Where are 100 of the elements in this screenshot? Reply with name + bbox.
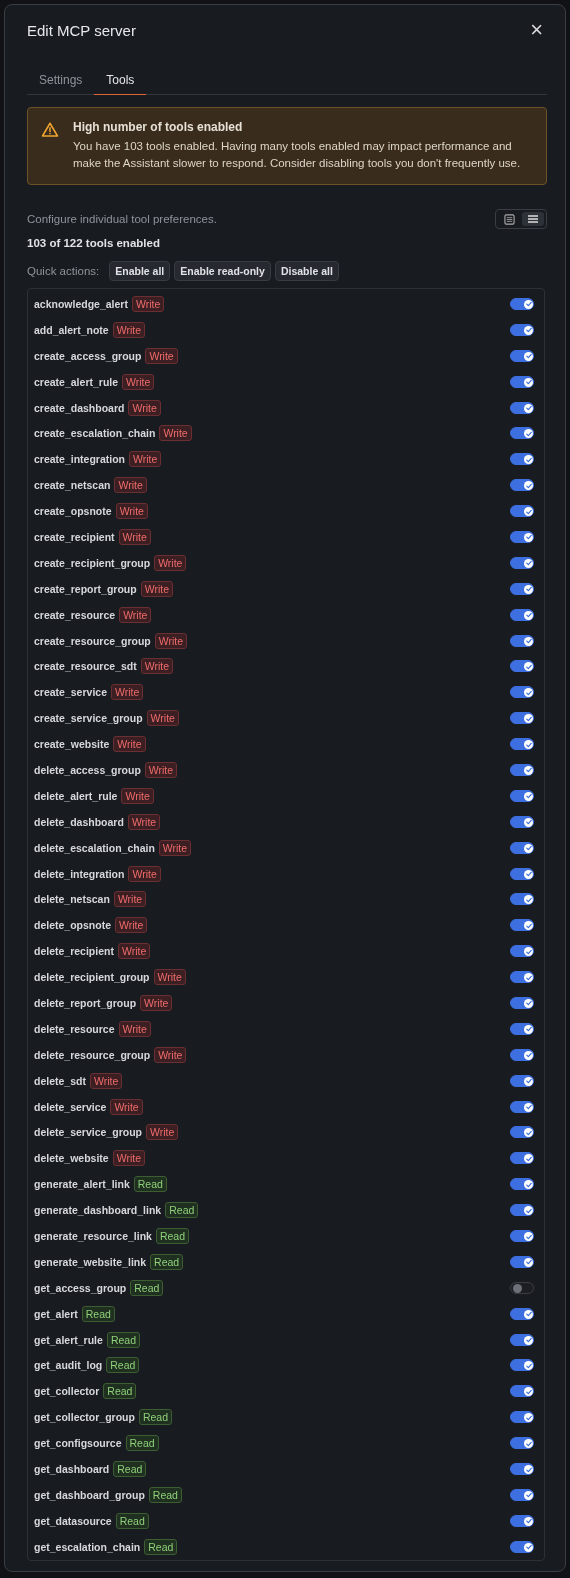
toggle-switch[interactable] — [510, 582, 534, 595]
description-text: Configure individual tool preferences. — [27, 213, 217, 225]
check-icon — [524, 1336, 533, 1345]
quick-action-button[interactable]: Enable read-only — [174, 261, 271, 281]
toggle-switch[interactable] — [510, 453, 534, 466]
toggle-switch[interactable] — [510, 1048, 534, 1061]
toggle-switch[interactable] — [510, 893, 534, 906]
permission-badge: Write — [127, 813, 161, 830]
permission-badge: Write — [113, 891, 147, 908]
toggle-switch[interactable] — [510, 1385, 534, 1398]
toggle-switch[interactable] — [510, 867, 534, 880]
grid-icon — [503, 213, 515, 225]
toggle-switch[interactable] — [510, 945, 534, 958]
toggle-switch[interactable] — [510, 427, 534, 440]
toggle-switch[interactable] — [510, 375, 534, 388]
check-icon — [524, 378, 533, 387]
toggle-switch[interactable] — [510, 634, 534, 647]
permission-badge: Write — [114, 477, 147, 494]
tool-name: generate_website_link — [34, 1255, 147, 1268]
toggle-switch[interactable] — [510, 1411, 534, 1424]
permission-badge: Write — [131, 295, 165, 312]
check-icon — [524, 533, 533, 542]
toggle-switch[interactable] — [510, 789, 534, 802]
toggle-switch[interactable] — [510, 556, 534, 569]
tool-name: delete_sdt — [34, 1074, 86, 1087]
toggle-switch[interactable] — [510, 1281, 534, 1294]
toggle-switch[interactable] — [510, 1100, 534, 1113]
permission-badge: Write — [112, 1150, 145, 1167]
tool-name: create_opsnote — [34, 505, 112, 518]
check-icon — [524, 1206, 533, 1215]
tool-name: acknowledge_alert — [34, 297, 128, 310]
tool-name: get_alert_rule — [34, 1333, 103, 1346]
list-view-button[interactable] — [522, 212, 544, 226]
toggle-switch[interactable] — [510, 1178, 534, 1191]
toggle-switch[interactable] — [510, 1488, 534, 1501]
check-icon — [524, 688, 533, 697]
toggle-switch[interactable] — [510, 1152, 534, 1165]
permission-badge: Write — [115, 503, 148, 520]
toggle-switch[interactable] — [510, 1514, 534, 1527]
toggle-switch[interactable] — [510, 297, 534, 310]
toggle-switch[interactable] — [510, 997, 534, 1009]
toggle-switch[interactable] — [510, 530, 534, 543]
toggle-switch[interactable] — [510, 1333, 534, 1346]
toggle-switch[interactable] — [510, 1437, 534, 1450]
tab[interactable]: Tools — [94, 67, 147, 95]
toggle-switch[interactable] — [510, 1359, 534, 1372]
tool-name: create_resource_sdt — [34, 660, 137, 673]
toggle-switch[interactable] — [510, 1074, 534, 1087]
toggle-switch[interactable] — [510, 401, 534, 414]
quick-action-button[interactable]: Disable all — [274, 261, 339, 281]
tool-name: delete_report_group — [34, 997, 137, 1009]
tool-name: create_integration — [34, 453, 126, 466]
tool-name: create_alert_rule — [34, 375, 119, 388]
toggle-switch[interactable] — [510, 815, 534, 828]
toggle-switch[interactable] — [510, 919, 534, 932]
permission-badge: Read — [138, 1409, 173, 1426]
quick-actions-label: Quick actions: — [27, 265, 100, 277]
check-icon — [524, 999, 533, 1008]
check-icon — [524, 559, 533, 568]
toggle-switch[interactable] — [510, 1022, 534, 1035]
tab[interactable]: Settings — [27, 67, 95, 95]
warning-title: High number of tools enabled — [73, 120, 244, 134]
toggle-switch[interactable] — [510, 608, 534, 621]
toggle-switch[interactable] — [510, 505, 534, 518]
tool-name: create_dashboard — [34, 401, 125, 414]
toggle-switch[interactable] — [510, 1230, 534, 1242]
toggle-switch[interactable] — [510, 971, 534, 984]
toggle-switch[interactable] — [510, 349, 534, 362]
toggle-switch[interactable] — [510, 660, 534, 673]
permission-badge: Read — [103, 1383, 137, 1400]
tool-name: create_resource — [34, 608, 116, 621]
permission-badge: Write — [121, 787, 154, 804]
toggle-switch[interactable] — [510, 1540, 534, 1553]
check-icon — [524, 404, 533, 412]
toggle-switch[interactable] — [510, 1126, 534, 1139]
tool-name: delete_escalation_chain — [34, 841, 155, 854]
toggle-switch[interactable] — [510, 323, 534, 336]
tool-name: delete_recipient_group — [34, 971, 150, 984]
check-icon — [524, 1077, 533, 1086]
toggle-switch[interactable] — [510, 738, 534, 751]
toggle-switch[interactable] — [510, 1255, 534, 1268]
toggle-switch[interactable] — [510, 1463, 534, 1475]
tool-name: delete_website — [34, 1152, 109, 1165]
toggle-switch[interactable] — [510, 686, 534, 699]
permission-badge: Write — [153, 969, 186, 986]
check-icon — [524, 1543, 533, 1552]
toggle-switch[interactable] — [510, 1204, 534, 1217]
permission-badge: Read — [165, 1202, 199, 1219]
close-button[interactable]: × — [526, 19, 547, 41]
toggle-switch[interactable] — [510, 479, 534, 492]
toggle-switch[interactable] — [510, 1307, 534, 1320]
permission-badge: Read — [133, 1176, 167, 1193]
toggle-switch[interactable] — [510, 712, 534, 725]
toggle-switch[interactable] — [510, 841, 534, 854]
quick-action-button[interactable]: Enable all — [109, 261, 171, 281]
check-icon — [524, 1387, 533, 1396]
check-icon — [524, 455, 533, 464]
toggle-switch[interactable] — [510, 763, 534, 776]
tool-name: create_escalation_chain — [34, 427, 156, 440]
tool-name: create_recipient_group — [34, 556, 151, 569]
